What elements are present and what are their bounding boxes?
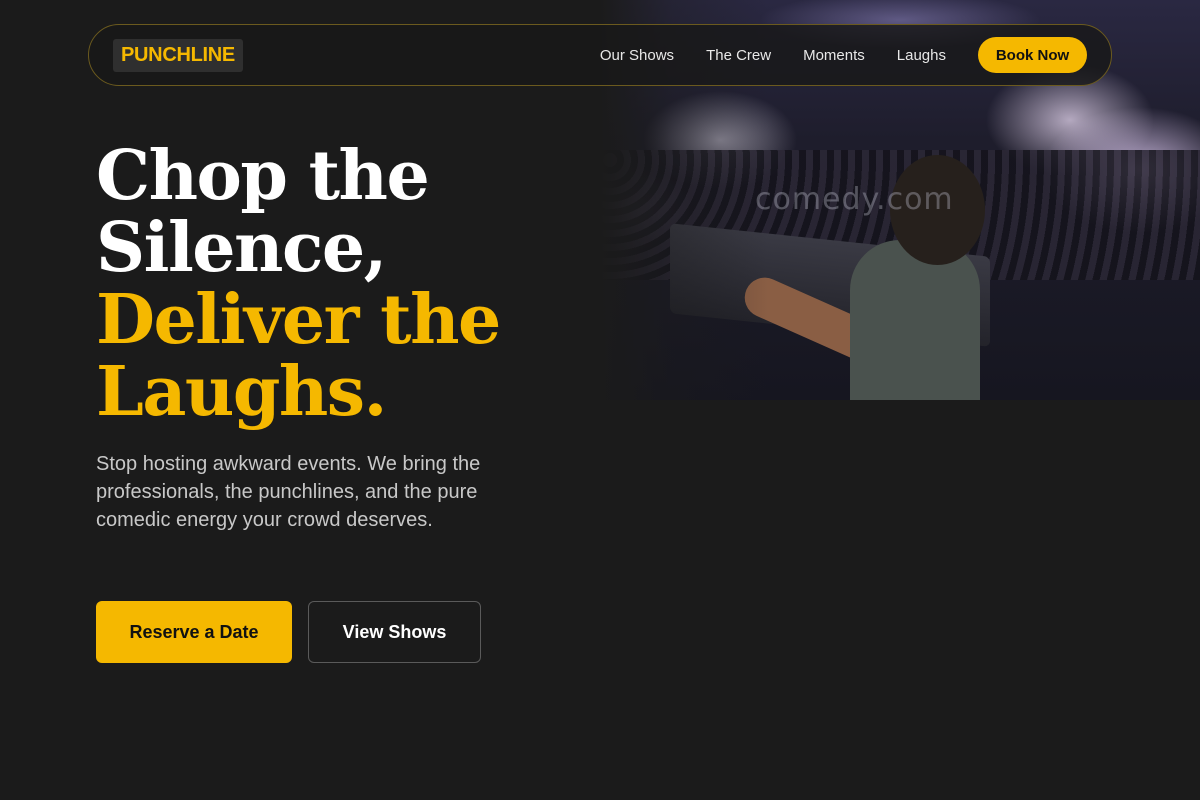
dj-decks-image-layer (670, 223, 990, 347)
performer-head-image-layer (890, 155, 985, 265)
reserve-date-button[interactable]: Reserve a Date (96, 601, 292, 663)
performer-arm-image-layer (738, 271, 892, 369)
hero-subtext: Stop hosting awkward events. We bring th… (96, 453, 481, 531)
nav-link-laughs[interactable]: Laughs (897, 47, 946, 64)
headline-line-2: Silence, (96, 208, 387, 288)
performer-body-image-layer (850, 240, 980, 400)
brand-logo[interactable]: PUNCHLINE (113, 38, 243, 72)
nav-links: Our Shows The Crew Moments Laughs Book N… (600, 37, 1087, 73)
headline-line-1: Chop the (96, 136, 430, 216)
headline-line-4: Laughs. (96, 352, 387, 432)
view-shows-button[interactable]: View Shows (308, 601, 481, 663)
nav-link-the-crew[interactable]: The Crew (706, 47, 771, 64)
top-navigation: PUNCHLINE Our Shows The Crew Moments Lau… (88, 24, 1112, 86)
book-now-button[interactable]: Book Now (978, 37, 1087, 73)
hero-headline: Chop the Silence, Deliver the Laughs. (96, 136, 501, 432)
headline-line-3: Deliver the (96, 280, 501, 360)
landing-page: comedy.com PUNCHLINE Our Shows The Crew … (0, 0, 1200, 800)
image-watermark: comedy.com (755, 182, 954, 217)
nav-link-moments[interactable]: Moments (803, 47, 865, 64)
crowd-image-layer (600, 150, 1200, 280)
nav-link-our-shows[interactable]: Our Shows (600, 47, 674, 64)
